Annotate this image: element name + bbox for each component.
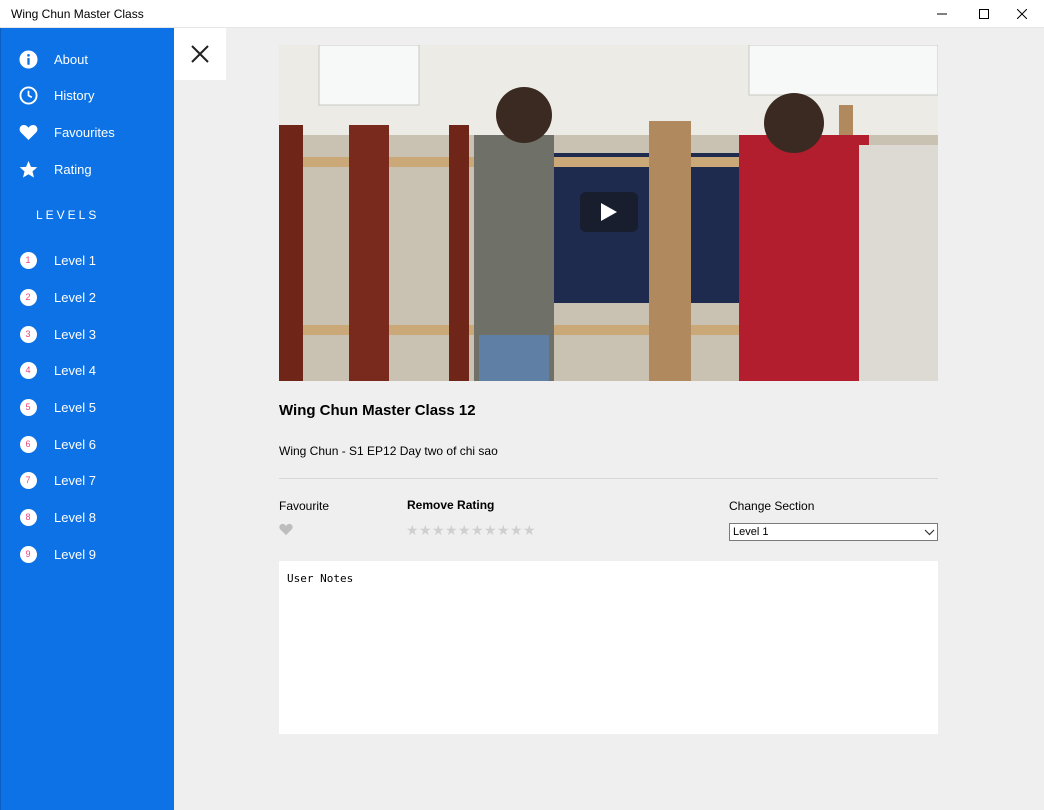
levels-header: LEVELS [36,208,100,222]
level-number-badge: 8 [18,507,38,527]
sidebar-item-label: Level 7 [54,473,96,488]
minimize-icon [937,13,947,15]
close-icon [1017,9,1027,19]
close-icon [191,45,209,63]
level-number: 1 [19,251,37,269]
sidebar-item-level-6[interactable]: 6 Level 6 [1,426,175,462]
rating-star-5[interactable]: ★ [458,523,471,537]
level-number: 3 [19,325,37,343]
sidebar-item-favourites[interactable]: Favourites [1,114,175,150]
rating-star-4[interactable]: ★ [445,523,458,537]
rating-star-10[interactable]: ★ [523,523,536,537]
change-section-label: Change Section [729,499,815,513]
sidebar-item-level-1[interactable]: 1 Level 1 [1,242,175,278]
rating-star-1[interactable]: ★ [406,523,419,537]
sidebar-item-label: Level 2 [54,290,96,305]
level-number-badge: 6 [18,434,38,454]
sidebar-item-level-2[interactable]: 2 Level 2 [1,279,175,315]
rating-star-9[interactable]: ★ [510,523,523,537]
divider [279,478,938,479]
sidebar-item-level-3[interactable]: 3 Level 3 [1,316,175,352]
favourite-label: Favourite [279,499,330,513]
level-number: 7 [19,471,37,489]
close-window-button[interactable] [1000,0,1044,28]
play-icon [601,203,617,221]
user-notes-placeholder: User Notes [287,572,354,585]
remove-rating-button[interactable]: Remove Rating [407,498,494,512]
favourite-toggle[interactable] [279,523,293,537]
rating-star-8[interactable]: ★ [497,523,510,537]
level-number: 6 [19,435,37,453]
sidebar-item-level-4[interactable]: 4 Level 4 [1,352,175,388]
level-number-badge: 1 [18,250,38,270]
level-number-badge: 7 [18,470,38,490]
level-number: 9 [19,545,37,563]
level-number: 4 [19,361,37,379]
chevron-down-icon [924,529,935,536]
sidebar-item-label: Level 9 [54,547,96,562]
sidebar-item-label: Rating [54,162,92,177]
rating-star-6[interactable]: ★ [471,523,484,537]
sidebar-item-label: Level 3 [54,327,96,342]
title-bar: Wing Chun Master Class [0,0,1044,28]
sidebar-item-level-8[interactable]: 8 Level 8 [1,499,175,535]
rating-star-3[interactable]: ★ [432,523,445,537]
level-number: 8 [19,508,37,526]
level-number-badge: 2 [18,287,38,307]
video-description: Wing Chun - S1 EP12 Day two of chi sao [279,444,498,458]
level-number-badge: 9 [18,544,38,564]
sidebar-item-level-5[interactable]: 5 Level 5 [1,389,175,425]
rating-stars: ★ ★ ★ ★ ★ ★ ★ ★ ★ ★ [406,523,536,537]
sidebar-item-rating[interactable]: Rating [1,151,175,187]
section-select-value: Level 1 [733,526,769,538]
rating-star-2[interactable]: ★ [419,523,432,537]
star-icon [18,159,38,179]
sidebar-item-label: Level 6 [54,437,96,452]
sidebar-item-label: Level 8 [54,510,96,525]
heart-icon [18,122,38,142]
sidebar-item-label: History [54,88,95,103]
level-number-badge: 4 [18,360,38,380]
level-number: 5 [19,398,37,416]
video-player[interactable] [279,45,938,381]
maximize-icon [979,9,989,19]
window-title: Wing Chun Master Class [11,7,144,21]
close-pane-button[interactable] [174,28,226,80]
sidebar: About History Favourites Rating LEVELS 1… [0,28,174,810]
clock-icon [18,85,38,105]
video-title: Wing Chun Master Class 12 [279,402,476,419]
sidebar-item-label: About [54,52,88,67]
section-select[interactable]: Level 1 [729,523,938,541]
sidebar-item-history[interactable]: History [1,77,175,113]
play-button[interactable] [580,192,638,232]
sidebar-item-label: Level 1 [54,253,96,268]
minimize-button[interactable] [920,0,964,28]
heart-icon [279,523,293,536]
user-notes-input[interactable]: User Notes [279,561,938,734]
sidebar-item-label: Level 4 [54,363,96,378]
rating-star-7[interactable]: ★ [484,523,497,537]
sidebar-item-level-9[interactable]: 9 Level 9 [1,536,175,572]
info-icon [18,49,38,69]
sidebar-item-label: Level 5 [54,400,96,415]
level-number: 2 [19,288,37,306]
level-number-badge: 5 [18,397,38,417]
sidebar-item-label: Favourites [54,125,115,140]
sidebar-item-level-7[interactable]: 7 Level 7 [1,462,175,498]
level-number-badge: 3 [18,324,38,344]
sidebar-item-about[interactable]: About [1,41,175,77]
